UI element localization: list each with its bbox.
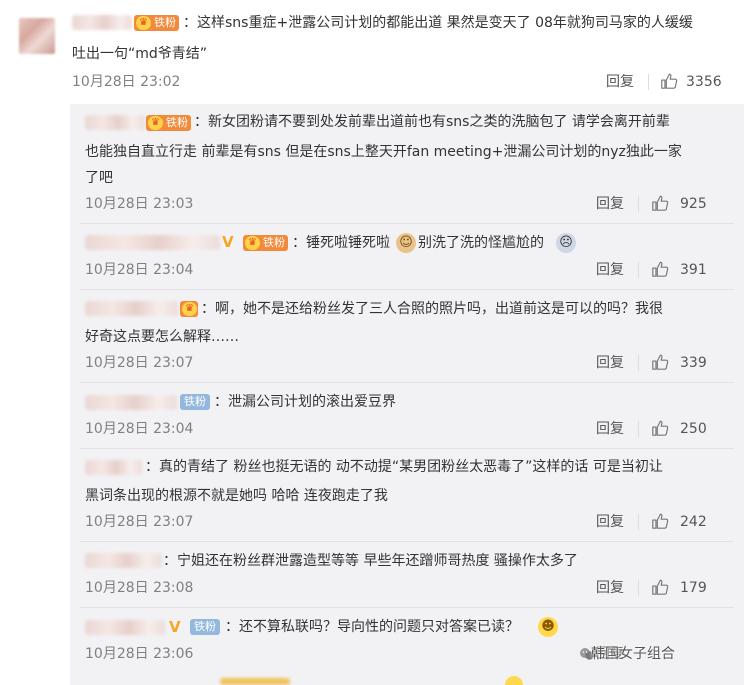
separator bbox=[648, 74, 649, 90]
fan-badge: 铁粉 bbox=[190, 619, 220, 635]
like-count: 3356 bbox=[686, 74, 722, 90]
reply-text: 别洗了洗的怪尴尬的 bbox=[418, 235, 544, 251]
like-count: 339 bbox=[680, 355, 707, 371]
reply-text: 了吧 bbox=[85, 170, 113, 186]
username-blurred[interactable] bbox=[85, 460, 142, 475]
watermark: 韩国女子组合 bbox=[591, 646, 675, 662]
username-blurred[interactable] bbox=[85, 395, 177, 410]
reply-button[interactable]: 回复 bbox=[596, 354, 624, 372]
crown-icon: ♛ bbox=[136, 16, 151, 30]
avatar[interactable] bbox=[19, 18, 55, 54]
reply-text: 也能独自直立行走 前辈是有sns 但是在sns上整天开fan meeting+泄… bbox=[85, 144, 682, 160]
reply-text: ：真的青结了 粉丝也挺无语的 动不动提“某男团粉丝太恶毒了”这样的话 可是当初让 bbox=[145, 459, 663, 475]
fan-badge: ♛ 铁粉 bbox=[134, 15, 179, 31]
username-blurred[interactable] bbox=[85, 553, 162, 568]
divider bbox=[80, 448, 734, 449]
thumbs-up-icon[interactable] bbox=[651, 512, 669, 530]
reply-time: 10月28日 23:07 bbox=[85, 514, 194, 530]
reply-text: ：泄漏公司计划的滚出爱豆界 bbox=[214, 394, 396, 410]
crown-icon: ♛ bbox=[245, 236, 260, 250]
reply-button[interactable]: 回复 bbox=[596, 513, 624, 531]
username-blurred[interactable] bbox=[85, 301, 178, 316]
divider bbox=[80, 289, 734, 290]
thumbs-up-icon[interactable] bbox=[651, 260, 669, 278]
reply-button[interactable]: 回复 bbox=[606, 73, 634, 91]
separator bbox=[638, 514, 639, 530]
reply-time: 10月28日 23:04 bbox=[85, 262, 194, 278]
fan-badge: ♛ 铁粉 bbox=[243, 235, 288, 251]
like-count: 250 bbox=[680, 421, 707, 437]
reply-button[interactable]: 回复 bbox=[596, 579, 624, 597]
divider bbox=[80, 607, 734, 608]
verified-v-icon: V bbox=[222, 233, 234, 251]
separator bbox=[638, 196, 639, 212]
fan-badge: 铁粉 bbox=[180, 394, 210, 410]
like-count: 179 bbox=[680, 580, 707, 596]
fan-badge: ♛ bbox=[180, 301, 198, 317]
emoji-icon: ☻ bbox=[538, 617, 558, 637]
thumbs-up-icon[interactable] bbox=[651, 578, 669, 596]
thumbs-up-icon[interactable] bbox=[651, 353, 669, 371]
username-blurred[interactable] bbox=[72, 15, 132, 30]
reply-text: ：还不算私联吗？导向性的问题只对答案已读？ bbox=[225, 619, 519, 635]
reply-text: ：宁姐还在粉丝群泄露造型等等 早些年还蹭师哥热度 骚操作太多了 bbox=[163, 553, 578, 569]
separator bbox=[638, 580, 639, 596]
comment-text: ：这样sns重症+泄露公司计划的都能出道 果然是变天了 08年就狗司马家的人缓缓 bbox=[183, 15, 693, 31]
reply-time: 10月28日 23:03 bbox=[85, 196, 194, 212]
separator bbox=[638, 355, 639, 371]
username-blurred[interactable] bbox=[85, 620, 165, 635]
reply-text: ：啊，她不是还给粉丝发了三人合照的照片吗，出道前这是可以的吗？我很 bbox=[201, 301, 663, 317]
username-blurred[interactable] bbox=[85, 115, 145, 130]
crown-icon: ♛ bbox=[182, 302, 197, 316]
reply-time: 10月28日 23:08 bbox=[85, 580, 194, 596]
reply-button[interactable]: 回复 bbox=[596, 261, 624, 279]
like-count: 242 bbox=[680, 514, 707, 530]
thumbs-up-icon[interactable] bbox=[660, 72, 678, 90]
emoji-icon: ☺ bbox=[396, 233, 416, 253]
fan-badge: ♛ 铁粉 bbox=[146, 115, 191, 131]
reply-time: 10月28日 23:04 bbox=[85, 421, 194, 437]
username-blurred bbox=[220, 678, 290, 685]
comment-time: 10月28日 23:02 bbox=[72, 74, 181, 90]
separator bbox=[638, 421, 639, 437]
reply-text: ：新女团粉请不要到处发前辈出道前也有sns之类的洗脑包了 请学会离开前辈 bbox=[194, 114, 670, 130]
divider bbox=[80, 382, 734, 383]
verified-v-icon: V bbox=[169, 618, 181, 636]
thumbs-up-icon[interactable] bbox=[651, 419, 669, 437]
reply-button[interactable]: 回复 bbox=[596, 420, 624, 438]
thumbs-up-icon[interactable] bbox=[651, 194, 669, 212]
reply-text: 好奇这点要怎么解释…… bbox=[85, 329, 239, 345]
reply-button[interactable]: 回复 bbox=[596, 195, 624, 213]
divider bbox=[80, 223, 734, 224]
separator bbox=[638, 262, 639, 278]
reply-time: 10月28日 23:07 bbox=[85, 355, 194, 371]
username-blurred[interactable] bbox=[85, 235, 220, 250]
like-count: 925 bbox=[680, 196, 707, 212]
like-count: 391 bbox=[680, 262, 707, 278]
crown-icon: ♛ bbox=[148, 116, 163, 130]
divider bbox=[80, 541, 734, 542]
reply-text: ：锤死啦锤死啦 bbox=[292, 235, 390, 251]
main-comment: ♛ 铁粉 ：这样sns重症+泄露公司计划的都能出道 果然是变天了 08年就狗司马家… bbox=[0, 0, 744, 104]
reply-text: 黑词条出现的根源不就是她吗 哈哈 连夜跑走了我 bbox=[85, 488, 388, 504]
reply-time: 10月28日 23:06 bbox=[85, 646, 194, 662]
emoji-icon: ☹ bbox=[556, 233, 576, 253]
comment-text: 吐出一句“md爷青结” bbox=[72, 46, 208, 62]
